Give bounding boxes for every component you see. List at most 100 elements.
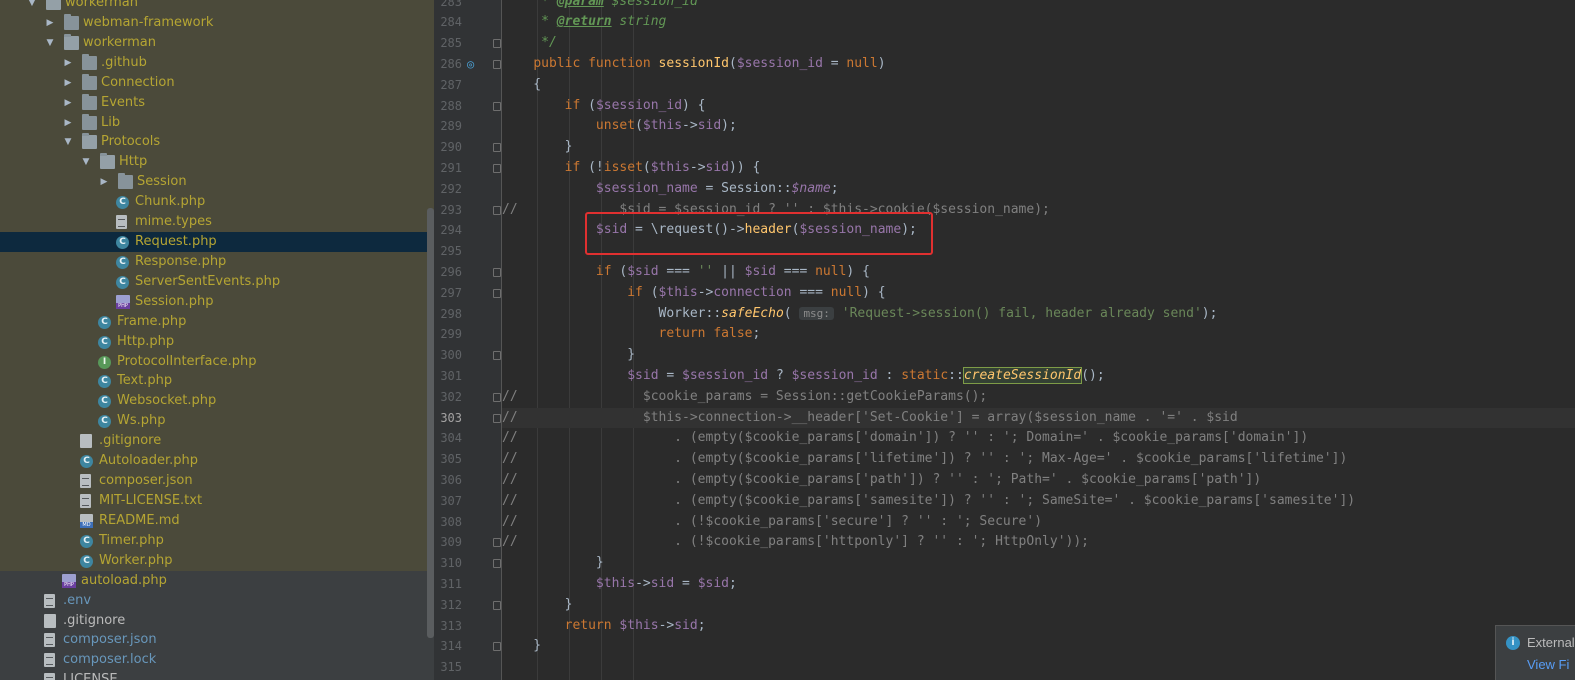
fold-marker-icon[interactable] bbox=[493, 39, 501, 49]
tree-item-label: .gitignore bbox=[99, 433, 162, 449]
chevron-right-icon[interactable]: ▶ bbox=[44, 13, 56, 33]
tree-file[interactable]: C Http.php bbox=[0, 331, 434, 352]
tree-file[interactable]: C Frame.php bbox=[0, 311, 434, 332]
code-line[interactable]: // . (empty($cookie_params['lifetime']) … bbox=[502, 449, 1575, 470]
tree-folder[interactable]: ▶ .github bbox=[0, 52, 434, 73]
chevron-down-icon[interactable]: ▼ bbox=[80, 152, 92, 172]
code-line[interactable]: // $this->connection->__header['Set-Cook… bbox=[502, 407, 1575, 429]
fold-marker-icon[interactable] bbox=[493, 288, 501, 298]
fold-marker-icon[interactable] bbox=[493, 101, 501, 111]
code-line[interactable]: // . (empty($cookie_params['domain']) ? … bbox=[502, 428, 1575, 449]
tree-folder[interactable]: ▼ workerman bbox=[0, 0, 434, 13]
chevron-right-icon[interactable]: ▶ bbox=[62, 73, 74, 93]
code-line[interactable]: $this->sid = $sid; bbox=[502, 574, 1575, 595]
tree-file[interactable]: .env bbox=[0, 591, 434, 611]
chevron-down-icon[interactable]: ▼ bbox=[26, 0, 38, 13]
tree-file[interactable]: MIT-LICENSE.txt bbox=[0, 491, 434, 511]
tree-file[interactable]: C Response.php bbox=[0, 251, 434, 272]
code-editor[interactable]: 283 284 285 286 ◎ 287 288 289 290 291 292 293 294 295… bbox=[434, 0, 1575, 680]
code-line[interactable]: } bbox=[502, 553, 1575, 574]
fold-marker-icon[interactable] bbox=[493, 642, 501, 652]
fold-marker-icon[interactable] bbox=[493, 413, 501, 423]
code-line[interactable]: } bbox=[502, 595, 1575, 616]
tree-file[interactable]: .gitignore bbox=[0, 611, 434, 631]
code-line[interactable]: $session_name = Session::$name; bbox=[502, 179, 1575, 200]
implements-method-icon[interactable]: ◎ bbox=[467, 57, 481, 71]
tree-folder[interactable]: ▶ webman-framework bbox=[0, 12, 434, 33]
tree-file[interactable]: C Chunk.php bbox=[0, 192, 434, 213]
line-number: 308 bbox=[440, 514, 462, 529]
code-line[interactable]: // . (!$cookie_params['secure'] ? '' : '… bbox=[502, 512, 1575, 533]
tree-folder[interactable]: ▶ Session bbox=[0, 172, 434, 193]
fold-marker-icon[interactable] bbox=[493, 559, 501, 569]
fold-marker-icon[interactable] bbox=[493, 600, 501, 610]
tree-folder[interactable]: ▶ Connection bbox=[0, 72, 434, 93]
chevron-down-icon[interactable]: ▼ bbox=[62, 132, 74, 152]
code-line[interactable]: { bbox=[502, 75, 1575, 96]
fold-marker-icon[interactable] bbox=[493, 59, 501, 69]
notification-balloon[interactable]: i External View Fi bbox=[1495, 625, 1575, 680]
fold-marker-icon[interactable] bbox=[493, 351, 501, 361]
fold-marker-icon[interactable] bbox=[493, 267, 501, 277]
code-line[interactable]: * @param $session_id bbox=[502, 0, 1575, 12]
tree-file[interactable]: C ServerSentEvents.php bbox=[0, 271, 434, 292]
code-line[interactable]: return $this->sid; bbox=[502, 616, 1575, 637]
code-line[interactable]: } bbox=[502, 636, 1575, 657]
code-line[interactable]: unset($this->sid); bbox=[502, 116, 1575, 137]
chevron-right-icon[interactable]: ▶ bbox=[62, 113, 74, 133]
code-line[interactable]: * @return string bbox=[502, 12, 1575, 33]
code-line[interactable]: if ($this->connection === null) { bbox=[502, 283, 1575, 304]
chevron-right-icon[interactable]: ▶ bbox=[62, 93, 74, 113]
tree-file[interactable]: C Timer.php bbox=[0, 530, 434, 551]
tree-file[interactable]: autoload.php bbox=[0, 571, 434, 591]
code-line[interactable]: // . (!$cookie_params['httponly'] ? '' :… bbox=[502, 532, 1575, 553]
code-line[interactable]: if ($sid === '' || $sid === null) { bbox=[502, 262, 1575, 283]
notification-link[interactable]: View Fi bbox=[1527, 657, 1569, 672]
tree-file[interactable]: mime.types bbox=[0, 212, 434, 233]
code-line[interactable]: } bbox=[502, 137, 1575, 158]
tree-folder[interactable]: ▶ Lib bbox=[0, 112, 434, 133]
tree-folder[interactable]: ▼ Protocols bbox=[0, 132, 434, 153]
tree-folder[interactable]: ▶ Events bbox=[0, 92, 434, 113]
code-line[interactable]: return false; bbox=[502, 324, 1575, 345]
tree-file[interactable]: composer.lock bbox=[0, 650, 434, 670]
tree-file[interactable]: LICENSE bbox=[0, 670, 434, 680]
tree-file[interactable]: .gitignore bbox=[0, 431, 434, 452]
fold-marker-icon[interactable] bbox=[493, 538, 501, 548]
tree-file[interactable]: C Websocket.php bbox=[0, 391, 434, 412]
fold-marker-icon[interactable] bbox=[493, 205, 501, 215]
code-line-text: $this->sid = $sid; bbox=[595, 575, 737, 591]
code-line[interactable]: // . (empty($cookie_params['samesite']) … bbox=[502, 491, 1575, 512]
tree-file[interactable]: C Worker.php bbox=[0, 550, 434, 571]
chevron-down-icon[interactable]: ▼ bbox=[44, 33, 56, 53]
tree-file[interactable]: composer.json bbox=[0, 471, 434, 492]
tree-file[interactable]: README.md bbox=[0, 510, 434, 531]
code-line[interactable] bbox=[502, 657, 1575, 678]
tree-file[interactable]: I ProtocolInterface.php bbox=[0, 351, 434, 372]
code-line[interactable]: $sid = $session_id ? $session_id : stati… bbox=[502, 366, 1575, 387]
tree-scrollbar[interactable] bbox=[427, 208, 434, 638]
chevron-right-icon[interactable]: ▶ bbox=[62, 53, 74, 73]
code-line[interactable]: if ($session_id) { bbox=[502, 96, 1575, 117]
code-line[interactable]: public function sessionId($session_id = … bbox=[502, 54, 1575, 75]
tree-folder[interactable]: ▼ Http bbox=[0, 152, 434, 173]
code-line[interactable]: } bbox=[502, 345, 1575, 366]
code-line[interactable]: */ bbox=[502, 33, 1575, 54]
tree-file[interactable]: C Text.php bbox=[0, 371, 434, 392]
tree-item-label: composer.json bbox=[99, 473, 193, 489]
tree-file[interactable]: C Autoloader.php bbox=[0, 451, 434, 472]
tree-file[interactable]: C Ws.php bbox=[0, 411, 434, 432]
tree-folder[interactable]: ▼ workerman bbox=[0, 32, 434, 53]
tree-file[interactable]: composer.json bbox=[0, 630, 434, 650]
chevron-right-icon[interactable]: ▶ bbox=[98, 172, 110, 192]
code-line[interactable]: Worker::safeEcho( msg: 'Request->session… bbox=[502, 304, 1575, 325]
code-line[interactable]: if (!isset($this->sid)) { bbox=[502, 158, 1575, 179]
tree-file[interactable]: C Request.php bbox=[0, 232, 434, 253]
fold-marker-icon[interactable] bbox=[493, 392, 501, 402]
code-line[interactable]: // $cookie_params = Session::getCookiePa… bbox=[502, 387, 1575, 408]
fold-marker-icon[interactable] bbox=[493, 163, 501, 173]
code-line[interactable]: // . (empty($cookie_params['path']) ? ''… bbox=[502, 470, 1575, 491]
project-tree[interactable]: ▼ workerman ▶ webman-framework ▼ workerman ▶ .g… bbox=[0, 0, 434, 680]
fold-marker-icon[interactable] bbox=[493, 143, 501, 153]
tree-file[interactable]: Session.php bbox=[0, 291, 434, 312]
